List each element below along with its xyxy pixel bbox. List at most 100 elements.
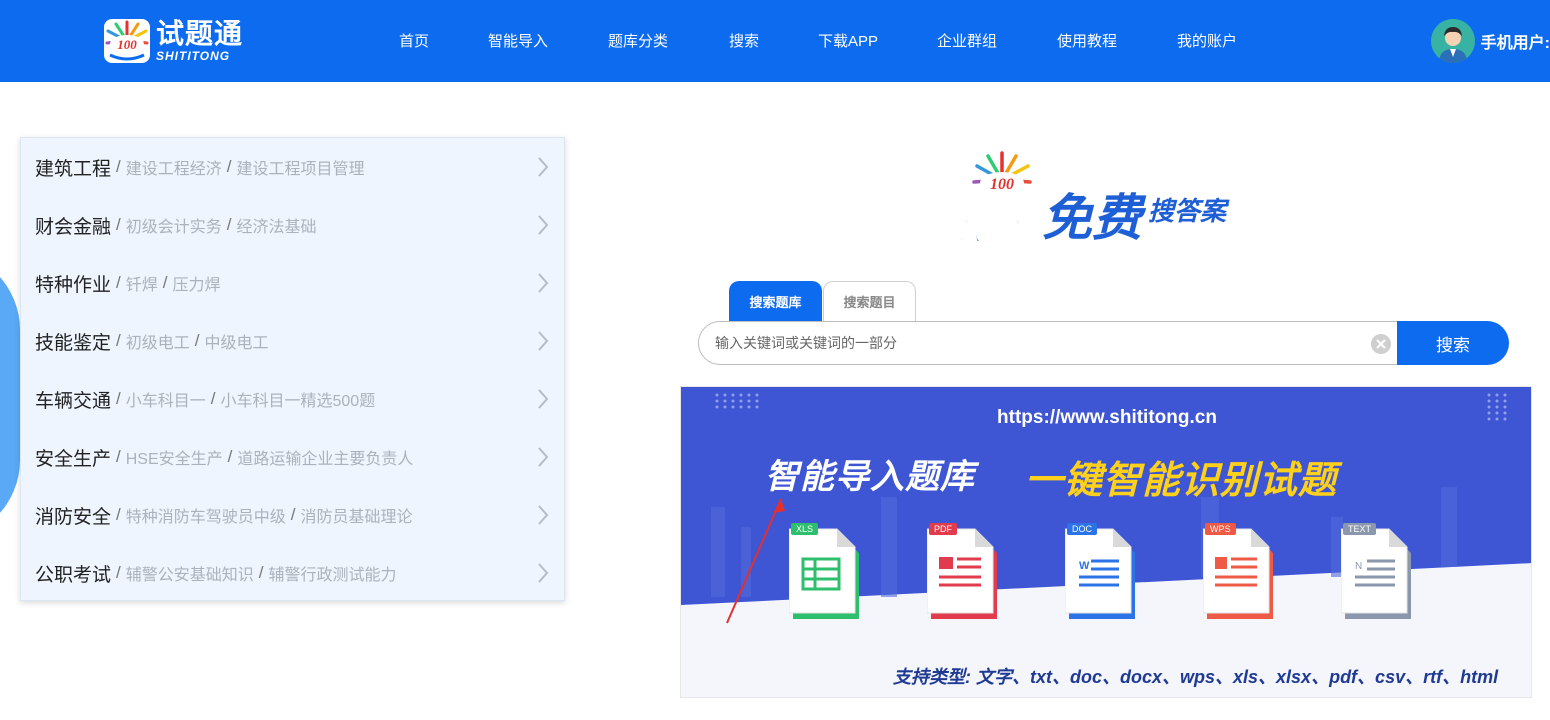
pdf-file-icon: PDF [926, 523, 999, 621]
separator: / [116, 563, 121, 582]
category-main[interactable]: 安全生产 [35, 444, 111, 471]
nav-smart-import[interactable]: 智能导入 [488, 30, 548, 51]
nav-download-app[interactable]: 下载APP [818, 30, 878, 51]
category-sub[interactable]: 小车科目一 [126, 387, 206, 411]
tab-search-question[interactable]: 搜索题目 [823, 281, 916, 321]
separator: / [258, 563, 264, 582]
free-search-logo: 100 试题通 免费 搜答案 [950, 150, 1270, 250]
separator: / [116, 157, 121, 176]
separator: / [116, 273, 121, 292]
separator: / [290, 505, 296, 524]
category-row-construction[interactable]: 建筑工程 / 建设工程经济 / 建设工程项目管理 [21, 138, 566, 196]
xls-label: XLS [791, 523, 819, 535]
separator: / [210, 389, 216, 408]
category-row-skills[interactable]: 技能鉴定 / 初级电工 / 中级电工 [21, 312, 566, 370]
category-main[interactable]: 消防安全 [35, 502, 111, 529]
chevron-right-icon [538, 563, 549, 583]
banner-url[interactable]: https://www.shititong.cn [681, 407, 1531, 429]
logo-badge-text: 100 [117, 37, 137, 52]
separator: / [162, 273, 168, 292]
supported-types: 支持类型: 文字、txt、doc、docx、wps、xls、xlsx、pdf、c… [893, 667, 1499, 687]
search-logo-slogan: 搜答案 [1148, 197, 1230, 227]
search-logo-brand: 试题通 [956, 217, 1038, 247]
category-row-fire[interactable]: 消防安全 / 特种消防车驾驶员中级 / 消防员基础理论 [21, 486, 566, 544]
user-menu[interactable]: 手机用户: [1430, 18, 1550, 64]
nav-bank-categories[interactable]: 题库分类 [608, 30, 668, 51]
search-logo-badge: 100 [990, 176, 1014, 193]
tab-search-bank[interactable]: 搜索题库 [729, 281, 822, 321]
chevron-right-icon [538, 157, 549, 177]
chevron-right-icon [538, 447, 549, 467]
category-sub[interactable]: 压力焊 [173, 271, 221, 295]
category-sub[interactable]: 钎焊 [126, 271, 158, 295]
text-label: TEXT [1343, 523, 1377, 535]
category-row-finance[interactable]: 财会金融 / 初级会计实务 / 经济法基础 [21, 196, 566, 254]
category-sub[interactable]: 辅警行政测试能力 [269, 561, 397, 585]
chevron-right-icon [538, 273, 549, 293]
user-name[interactable]: 手机用户: [1481, 29, 1550, 53]
wps-file-icon: WPS [1202, 523, 1275, 621]
chevron-right-icon [538, 331, 549, 351]
category-row-civil-service[interactable]: 公职考试 / 辅警公安基础知识 / 辅警行政测试能力 [21, 544, 566, 602]
doc-label: DOC [1067, 523, 1097, 535]
category-main[interactable]: 技能鉴定 [35, 328, 111, 355]
avatar[interactable] [1430, 19, 1475, 63]
separator: / [116, 215, 121, 234]
svg-text:N: N [1355, 561, 1362, 572]
separator: / [116, 389, 121, 408]
category-sub[interactable]: 道路运输企业主要负责人 [237, 445, 413, 469]
category-sub[interactable]: 建设工程经济 [126, 155, 222, 179]
separator: / [226, 157, 232, 176]
separator: / [116, 447, 121, 466]
category-sub[interactable]: 辅警公安基础知识 [126, 561, 254, 585]
search-button[interactable]: 搜索 [1397, 321, 1509, 365]
separator: / [116, 331, 121, 350]
category-main[interactable]: 建筑工程 [35, 154, 111, 181]
category-row-safety[interactable]: 安全生产 / HSE安全生产 / 道路运输企业主要负责人 [21, 428, 566, 486]
banner-headline-left: 智能导入题库 [765, 458, 975, 496]
category-row-special-ops[interactable]: 特种作业 / 钎焊 / 压力焊 [21, 254, 566, 312]
separator: / [226, 215, 232, 234]
category-sub[interactable]: 中级电工 [205, 329, 269, 353]
separator: / [194, 331, 200, 350]
nav-my-account[interactable]: 我的账户 [1177, 30, 1237, 51]
site-logo[interactable]: 100 试题通 SHITITONG [104, 18, 243, 64]
chevron-right-icon [538, 389, 549, 409]
decorative-arc [0, 250, 20, 540]
separator: / [116, 505, 121, 524]
nav-home[interactable]: 首页 [399, 30, 429, 51]
category-sub[interactable]: 经济法基础 [237, 213, 317, 237]
smart-import-banner[interactable]: https://www.shititong.cn 智能导入题库 一键智能识别试题… [680, 386, 1532, 698]
category-sub[interactable]: 特种消防车驾驶员中级 [126, 503, 286, 527]
category-sub[interactable]: 小车科目一精选500题 [221, 387, 376, 411]
category-panel: 建筑工程 / 建设工程经济 / 建设工程项目管理 财会金融 / 初级会计实务 /… [20, 137, 565, 601]
nav-search[interactable]: 搜索 [729, 30, 759, 51]
nav-tutorial[interactable]: 使用教程 [1057, 30, 1117, 51]
pdf-label: PDF [929, 523, 957, 535]
category-sub[interactable]: 初级会计实务 [126, 213, 222, 237]
logo-badge-icon: 100 [104, 19, 150, 63]
category-sub[interactable]: 初级电工 [126, 329, 190, 353]
wps-label: WPS [1205, 523, 1236, 535]
svg-text:W: W [1079, 560, 1090, 572]
logo-title: 试题通 [156, 18, 244, 49]
category-sub[interactable]: 建设工程项目管理 [237, 155, 365, 179]
banner-headline-right: 一键智能识别试题 [1025, 460, 1338, 502]
category-main[interactable]: 财会金融 [35, 212, 111, 239]
category-row-traffic[interactable]: 车辆交通 / 小车科目一 / 小车科目一精选500题 [21, 370, 566, 428]
category-main[interactable]: 公职考试 [35, 560, 111, 587]
category-sub[interactable]: 消防员基础理论 [301, 503, 413, 527]
category-main[interactable]: 车辆交通 [35, 386, 111, 413]
search-input[interactable] [715, 322, 1355, 364]
search-box [698, 321, 1398, 365]
chevron-right-icon [538, 215, 549, 235]
search-logo-free: 免费 [1042, 189, 1147, 247]
logo-subtitle: SHITITONG [156, 49, 231, 63]
top-nav-bar: 100 试题通 SHITITONG 首页 智能导入 题库分类 搜索 下载APP … [0, 0, 1550, 82]
clear-icon[interactable] [1371, 334, 1391, 354]
chevron-right-icon [538, 505, 549, 525]
nav-enterprise-groups[interactable]: 企业群组 [937, 30, 997, 51]
category-main[interactable]: 特种作业 [35, 270, 111, 297]
category-sub[interactable]: HSE安全生产 [126, 445, 223, 469]
separator: / [227, 447, 233, 466]
